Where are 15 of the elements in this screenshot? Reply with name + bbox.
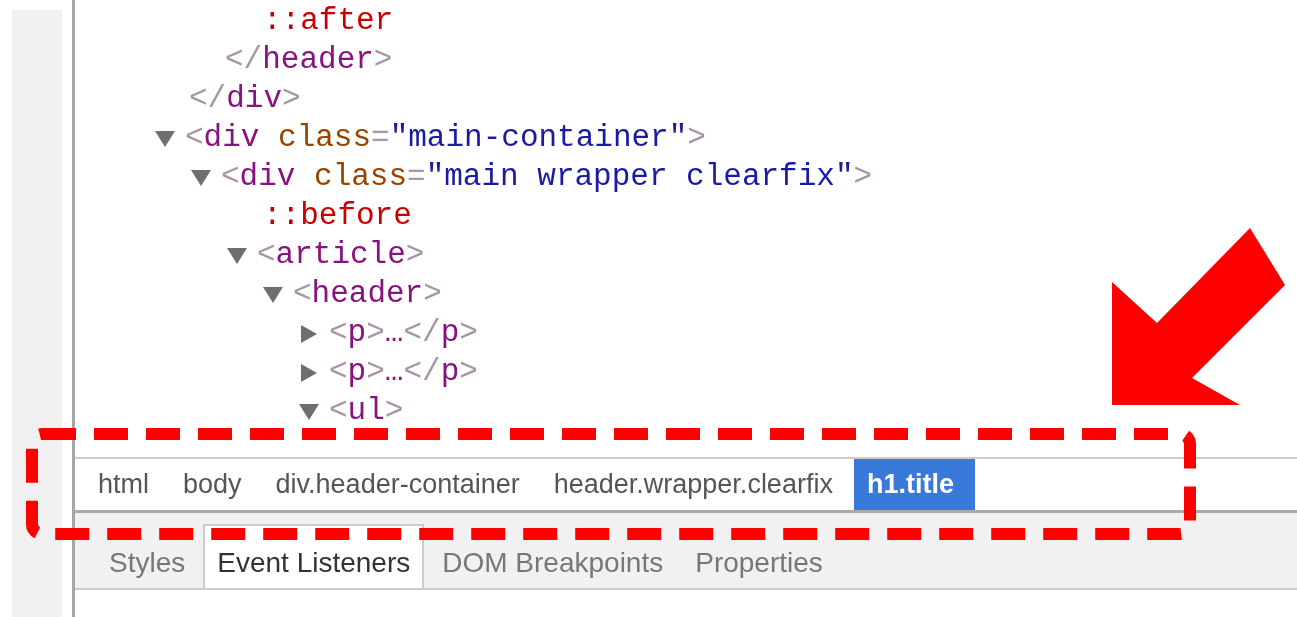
breadcrumb-item[interactable]: header.wrapper.clearfix	[540, 459, 854, 510]
panel-tab[interactable]: Properties	[681, 524, 837, 588]
breadcrumb-item[interactable]: div.header-container	[262, 459, 541, 510]
collapsed-triangle-icon[interactable]	[299, 363, 319, 382]
collapsed-triangle-icon[interactable]	[299, 324, 319, 343]
expanded-triangle-icon[interactable]	[191, 168, 211, 187]
breadcrumb-item[interactable]: h1.title	[853, 459, 975, 510]
expanded-triangle-icon[interactable]	[227, 246, 247, 265]
expanded-triangle-icon[interactable]	[299, 402, 319, 421]
breadcrumb-item[interactable]: html	[85, 459, 170, 510]
panel-tab[interactable]: Styles	[95, 524, 200, 588]
panel-tab[interactable]: DOM Breakpoints	[428, 524, 678, 588]
breadcrumb-item[interactable]: body	[170, 459, 263, 510]
expanded-triangle-icon[interactable]	[263, 285, 283, 304]
expanded-triangle-icon[interactable]	[155, 129, 175, 148]
